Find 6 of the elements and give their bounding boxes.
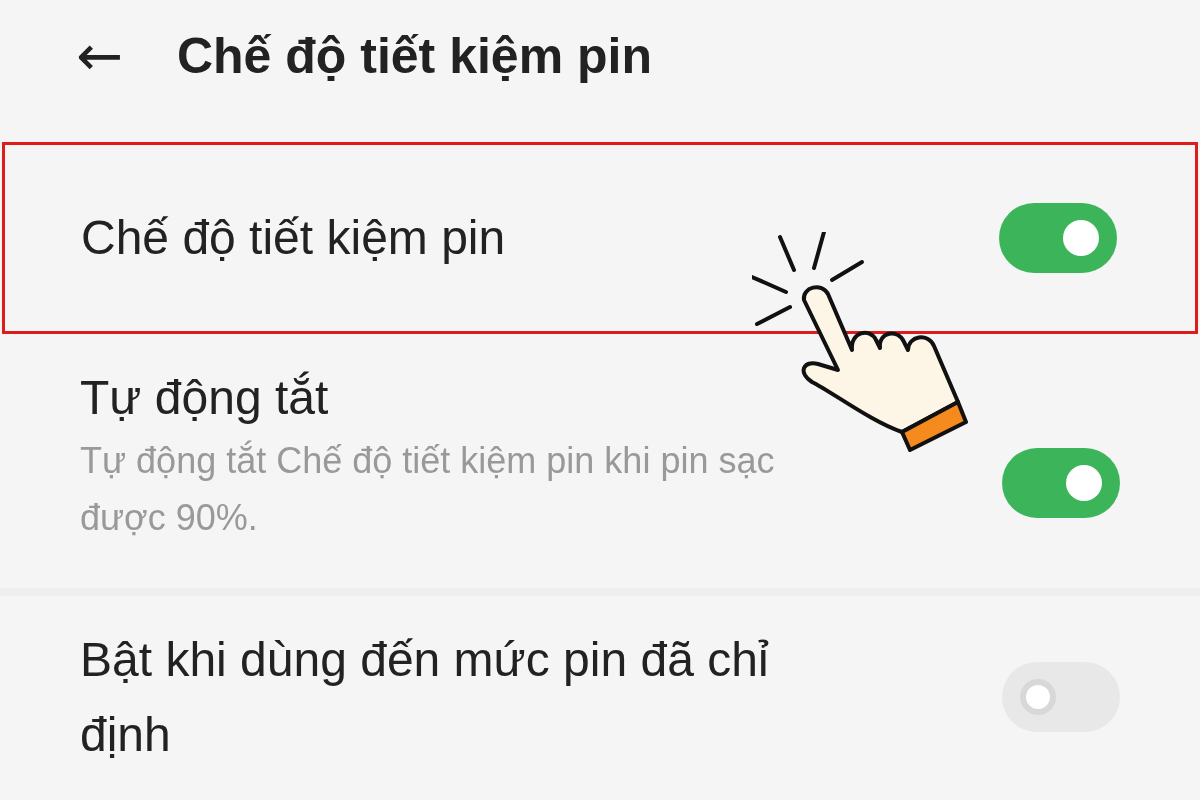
setting-title: Tự động tắt	[80, 370, 330, 426]
page-title: Chế độ tiết kiệm pin	[176, 27, 652, 85]
setting-title: Chế độ tiết kiệm pin	[81, 210, 506, 266]
setting-description: Tự động tắt Chế độ tiết kiệm pin khi pin sạc được 90%.	[80, 439, 776, 540]
setting-title: Bật khi dùng đến mức pin đã chỉ định	[80, 632, 770, 763]
back-button[interactable]: ←	[72, 28, 127, 84]
